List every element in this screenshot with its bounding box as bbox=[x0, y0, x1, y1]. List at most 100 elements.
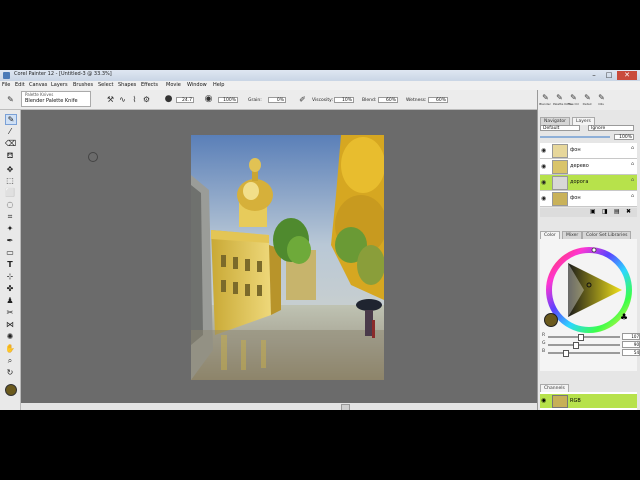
tab-channels[interactable]: Channels bbox=[540, 384, 569, 392]
menu-file[interactable]: File bbox=[2, 82, 10, 88]
visibility-eye-icon[interactable]: ◉ bbox=[541, 179, 546, 186]
rubber-stamp-icon[interactable]: ♟ bbox=[5, 296, 15, 305]
rectangular-selection-icon[interactable]: ⬜ bbox=[5, 188, 15, 197]
layer-item[interactable]: ◉ фон ⌂ bbox=[540, 143, 637, 159]
brush-cursor-icon bbox=[88, 152, 98, 162]
title-bar: Corel Painter 12 - [Untitled-3 @ 33.3%] … bbox=[0, 70, 640, 81]
tab-color-set-libraries[interactable]: Color Set Libraries bbox=[582, 231, 632, 239]
visibility-eye-icon[interactable]: ◉ bbox=[541, 147, 546, 154]
magic-wand-icon[interactable]: ✦ bbox=[5, 224, 15, 233]
mirror-icon[interactable]: ⋈ bbox=[5, 320, 15, 329]
red-value[interactable]: 107 bbox=[622, 333, 640, 340]
layer-name: фон bbox=[570, 195, 581, 201]
lock-icon[interactable]: ⌂ bbox=[631, 145, 634, 151]
tab-color[interactable]: Color bbox=[540, 231, 560, 239]
blue-value[interactable]: 54 bbox=[622, 349, 640, 356]
horizontal-scrollbar[interactable] bbox=[21, 403, 537, 410]
size-icon: ● bbox=[164, 94, 173, 104]
menu-canvas[interactable]: Canvas bbox=[29, 82, 47, 88]
stroke-attributes-icon[interactable]: ⌇ bbox=[130, 95, 139, 104]
channel-thumbnail bbox=[552, 395, 568, 408]
paint-bucket-icon[interactable]: ⛾ bbox=[5, 151, 15, 160]
brush-options-icon[interactable]: ⚙ bbox=[142, 95, 151, 104]
layer-adjuster-icon[interactable]: ✥ bbox=[5, 165, 15, 174]
menu-shapes[interactable]: Shapes bbox=[118, 82, 136, 88]
magnifier-icon[interactable]: ⌕ bbox=[5, 356, 15, 365]
brush-tool-icon[interactable]: ✎ bbox=[6, 95, 15, 104]
layer-thumbnail bbox=[552, 192, 568, 206]
menu-brushes[interactable]: Brushes bbox=[73, 82, 93, 88]
viscosity-field[interactable]: 10% bbox=[334, 97, 354, 103]
crop-icon[interactable]: ⌗ bbox=[5, 212, 15, 221]
size-field[interactable]: 24.7 bbox=[176, 97, 194, 103]
pen-icon[interactable]: ✒ bbox=[5, 236, 15, 245]
main-color-swatch[interactable] bbox=[5, 384, 17, 396]
layer-item-selected[interactable]: ◉ дорога ⌂ bbox=[540, 175, 637, 191]
scroll-thumb[interactable] bbox=[341, 404, 350, 410]
visibility-eye-icon[interactable]: ◉ bbox=[541, 163, 546, 170]
red-slider[interactable] bbox=[548, 334, 620, 341]
dropper-icon[interactable]: ⁄ bbox=[5, 127, 15, 136]
layer-item[interactable]: ◉ дерево ⌂ bbox=[540, 159, 637, 175]
text-icon[interactable]: T bbox=[5, 260, 15, 269]
channels-list: ◉ RGB bbox=[540, 392, 637, 410]
maximize-button[interactable]: □ bbox=[602, 71, 616, 80]
layer-opacity-row: 100% bbox=[540, 134, 637, 140]
group-icon[interactable]: ▤ bbox=[614, 208, 620, 215]
opacity-field[interactable]: 100% bbox=[218, 97, 238, 103]
visibility-eye-icon[interactable]: ◉ bbox=[541, 195, 546, 202]
tab-mixer[interactable]: Mixer bbox=[562, 231, 583, 239]
channel-name: RGB bbox=[570, 398, 581, 404]
brush-category: Palette Knives bbox=[25, 92, 54, 97]
menu-movie[interactable]: Movie bbox=[166, 82, 181, 88]
lock-icon[interactable]: ⌂ bbox=[631, 161, 634, 167]
burn-icon[interactable]: ✂ bbox=[5, 308, 15, 317]
rotate-page-icon[interactable]: ↻ bbox=[5, 368, 15, 377]
lock-icon[interactable]: ⌂ bbox=[631, 193, 634, 199]
menu-select[interactable]: Select bbox=[98, 82, 113, 88]
menu-effects[interactable]: Effects bbox=[141, 82, 158, 88]
kaleidoscope-icon[interactable]: ✺ bbox=[5, 332, 15, 341]
main-color-indicator[interactable] bbox=[544, 313, 558, 327]
green-value[interactable]: 90 bbox=[622, 341, 640, 348]
transform-icon[interactable]: ⬚ bbox=[5, 176, 15, 185]
close-button[interactable]: ✕ bbox=[617, 71, 637, 80]
grain-field[interactable]: 0% bbox=[268, 97, 286, 103]
cloner-icon[interactable]: ✤ bbox=[5, 284, 15, 293]
blend-field[interactable]: 60% bbox=[378, 97, 398, 103]
wetness-field[interactable]: 60% bbox=[428, 97, 448, 103]
minimize-button[interactable]: – bbox=[587, 71, 601, 80]
tab-navigator[interactable]: Navigator bbox=[540, 117, 571, 125]
color-tools-icon[interactable]: ♣ bbox=[620, 313, 628, 323]
layer-mask-icon[interactable]: ◨ bbox=[602, 208, 608, 215]
layer-opacity-value[interactable]: 100% bbox=[614, 134, 634, 140]
channel-row[interactable]: ◉ RGB bbox=[540, 394, 637, 408]
tab-layers[interactable]: Layers bbox=[572, 117, 595, 125]
menu-layers[interactable]: Layers bbox=[51, 82, 68, 88]
visibility-eye-icon[interactable]: ◉ bbox=[541, 397, 546, 404]
lasso-icon[interactable]: ◌ bbox=[5, 200, 15, 209]
menu-window[interactable]: Window bbox=[187, 82, 207, 88]
painting-canvas[interactable] bbox=[191, 135, 384, 380]
dab-type-icon[interactable]: ⚒ bbox=[106, 95, 115, 104]
delete-layer-icon[interactable]: ✖ bbox=[626, 208, 631, 215]
composite-method-select[interactable]: Default bbox=[540, 125, 580, 131]
rectangle-shape-icon[interactable]: ▭ bbox=[5, 248, 15, 257]
stroke-type-icon[interactable]: ∿ bbox=[118, 95, 127, 104]
lock-icon[interactable]: ⌂ bbox=[631, 177, 634, 183]
layer-item[interactable]: ◉ фон ⌂ bbox=[540, 191, 637, 207]
menu-edit[interactable]: Edit bbox=[15, 82, 25, 88]
brush-variant-selector[interactable]: Palette Knives Blender Palette Knife bbox=[21, 91, 91, 107]
grabber-hand-icon[interactable]: ✋ bbox=[5, 344, 15, 353]
recent-brush-4-label: Detail bbox=[582, 102, 592, 106]
composite-depth-select[interactable]: Ignore bbox=[588, 125, 634, 131]
layer-opacity-slider[interactable] bbox=[540, 136, 610, 138]
divine-proportion-icon[interactable]: ⊹ bbox=[5, 272, 15, 281]
layer-thumbnail bbox=[552, 160, 568, 174]
eraser-icon[interactable]: ⌫ bbox=[5, 139, 16, 148]
brush-icon[interactable]: ✎ bbox=[5, 114, 17, 125]
menu-help[interactable]: Help bbox=[213, 82, 224, 88]
green-slider[interactable] bbox=[548, 342, 620, 349]
new-layer-icon[interactable]: ▣ bbox=[590, 208, 596, 215]
blue-slider[interactable] bbox=[548, 350, 620, 357]
